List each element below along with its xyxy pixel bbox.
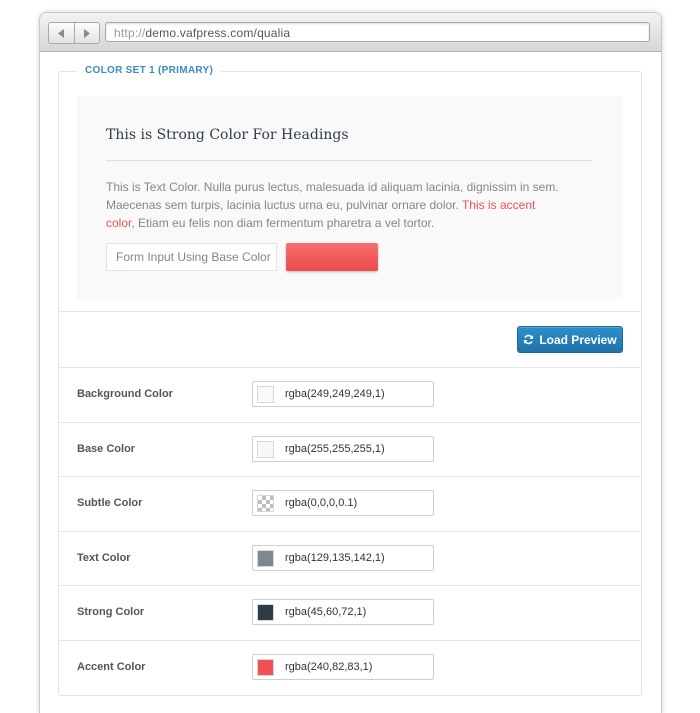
triangle-right-icon xyxy=(83,28,90,38)
color-row-label: Subtle Color xyxy=(77,497,143,509)
color-value: rgba(45,60,72,1) xyxy=(285,606,367,618)
color-picker-input[interactable]: rgba(255,255,255,1) xyxy=(252,436,434,462)
color-swatch[interactable] xyxy=(257,441,274,458)
color-swatch[interactable] xyxy=(257,659,274,676)
preview-accent-button[interactable] xyxy=(286,243,378,271)
triangle-left-icon xyxy=(58,28,65,38)
preview-panel: This is Strong Color For Headings This i… xyxy=(77,96,623,299)
color-swatch[interactable] xyxy=(257,604,274,621)
color-value: rgba(0,0,0,0.1) xyxy=(285,497,358,509)
color-swatch[interactable] xyxy=(257,495,274,512)
color-row-label: Accent Color xyxy=(77,661,146,673)
address-bar[interactable]: http://demo.vafpress.com/qualia xyxy=(105,22,650,42)
browser-window: http://demo.vafpress.com/qualia COLOR SE… xyxy=(39,12,662,713)
color-row-label: Background Color xyxy=(77,388,173,400)
refresh-icon xyxy=(524,334,534,345)
color-value: rgba(240,82,83,1) xyxy=(285,661,373,673)
nav-buttons xyxy=(48,22,100,44)
browser-toolbar: http://demo.vafpress.com/qualia xyxy=(40,13,661,52)
color-row-label: Text Color xyxy=(77,552,131,564)
color-picker-input[interactable]: rgba(240,82,83,1) xyxy=(252,654,434,680)
color-value: rgba(129,135,142,1) xyxy=(285,552,385,564)
color-row-label: Base Color xyxy=(77,443,136,455)
color-picker-input[interactable]: rgba(0,0,0,0.1) xyxy=(252,490,434,516)
color-row-label: Strong Color xyxy=(77,606,145,618)
back-button[interactable] xyxy=(49,23,74,43)
preview-heading: This is Strong Color For Headings xyxy=(106,127,349,143)
color-row-text: Text Color rgba(129,135,142,1) xyxy=(59,531,641,586)
preview-body-text: This is Text Color. Nulla purus lectus, … xyxy=(106,178,566,232)
color-row-accent: Accent Color rgba(240,82,83,1) xyxy=(59,640,641,695)
url-protocol: http:// xyxy=(114,26,146,40)
preview-divider xyxy=(106,160,593,161)
color-picker-input[interactable]: rgba(45,60,72,1) xyxy=(252,599,434,625)
color-set-section: COLOR SET 1 (PRIMARY) This is Strong Col… xyxy=(58,65,642,696)
color-value: rgba(249,249,249,1) xyxy=(285,388,385,400)
forward-button[interactable] xyxy=(73,23,100,43)
color-row-strong: Strong Color rgba(45,60,72,1) xyxy=(59,585,641,640)
body-text-end: , Etiam eu felis non diam fermentum phar… xyxy=(131,216,435,230)
preview-form-input[interactable]: Form Input Using Base Color xyxy=(106,243,277,271)
color-swatch[interactable] xyxy=(257,386,274,403)
section-legend: COLOR SET 1 (PRIMARY) xyxy=(77,65,222,76)
color-row-base: Base Color rgba(255,255,255,1) xyxy=(59,422,641,477)
load-preview-label: Load Preview xyxy=(539,332,617,347)
preview-section-divider xyxy=(59,311,641,312)
color-row-subtle: Subtle Color rgba(0,0,0,0.1) xyxy=(59,476,641,531)
color-row-background: Background Color rgba(249,249,249,1) xyxy=(59,367,641,422)
load-preview-button[interactable]: Load Preview xyxy=(517,326,623,353)
color-picker-input[interactable]: rgba(249,249,249,1) xyxy=(252,381,434,407)
color-picker-input[interactable]: rgba(129,135,142,1) xyxy=(252,545,434,571)
color-value: rgba(255,255,255,1) xyxy=(285,443,385,455)
color-swatch[interactable] xyxy=(257,550,274,567)
url-text: demo.vafpress.com/qualia xyxy=(145,26,291,40)
